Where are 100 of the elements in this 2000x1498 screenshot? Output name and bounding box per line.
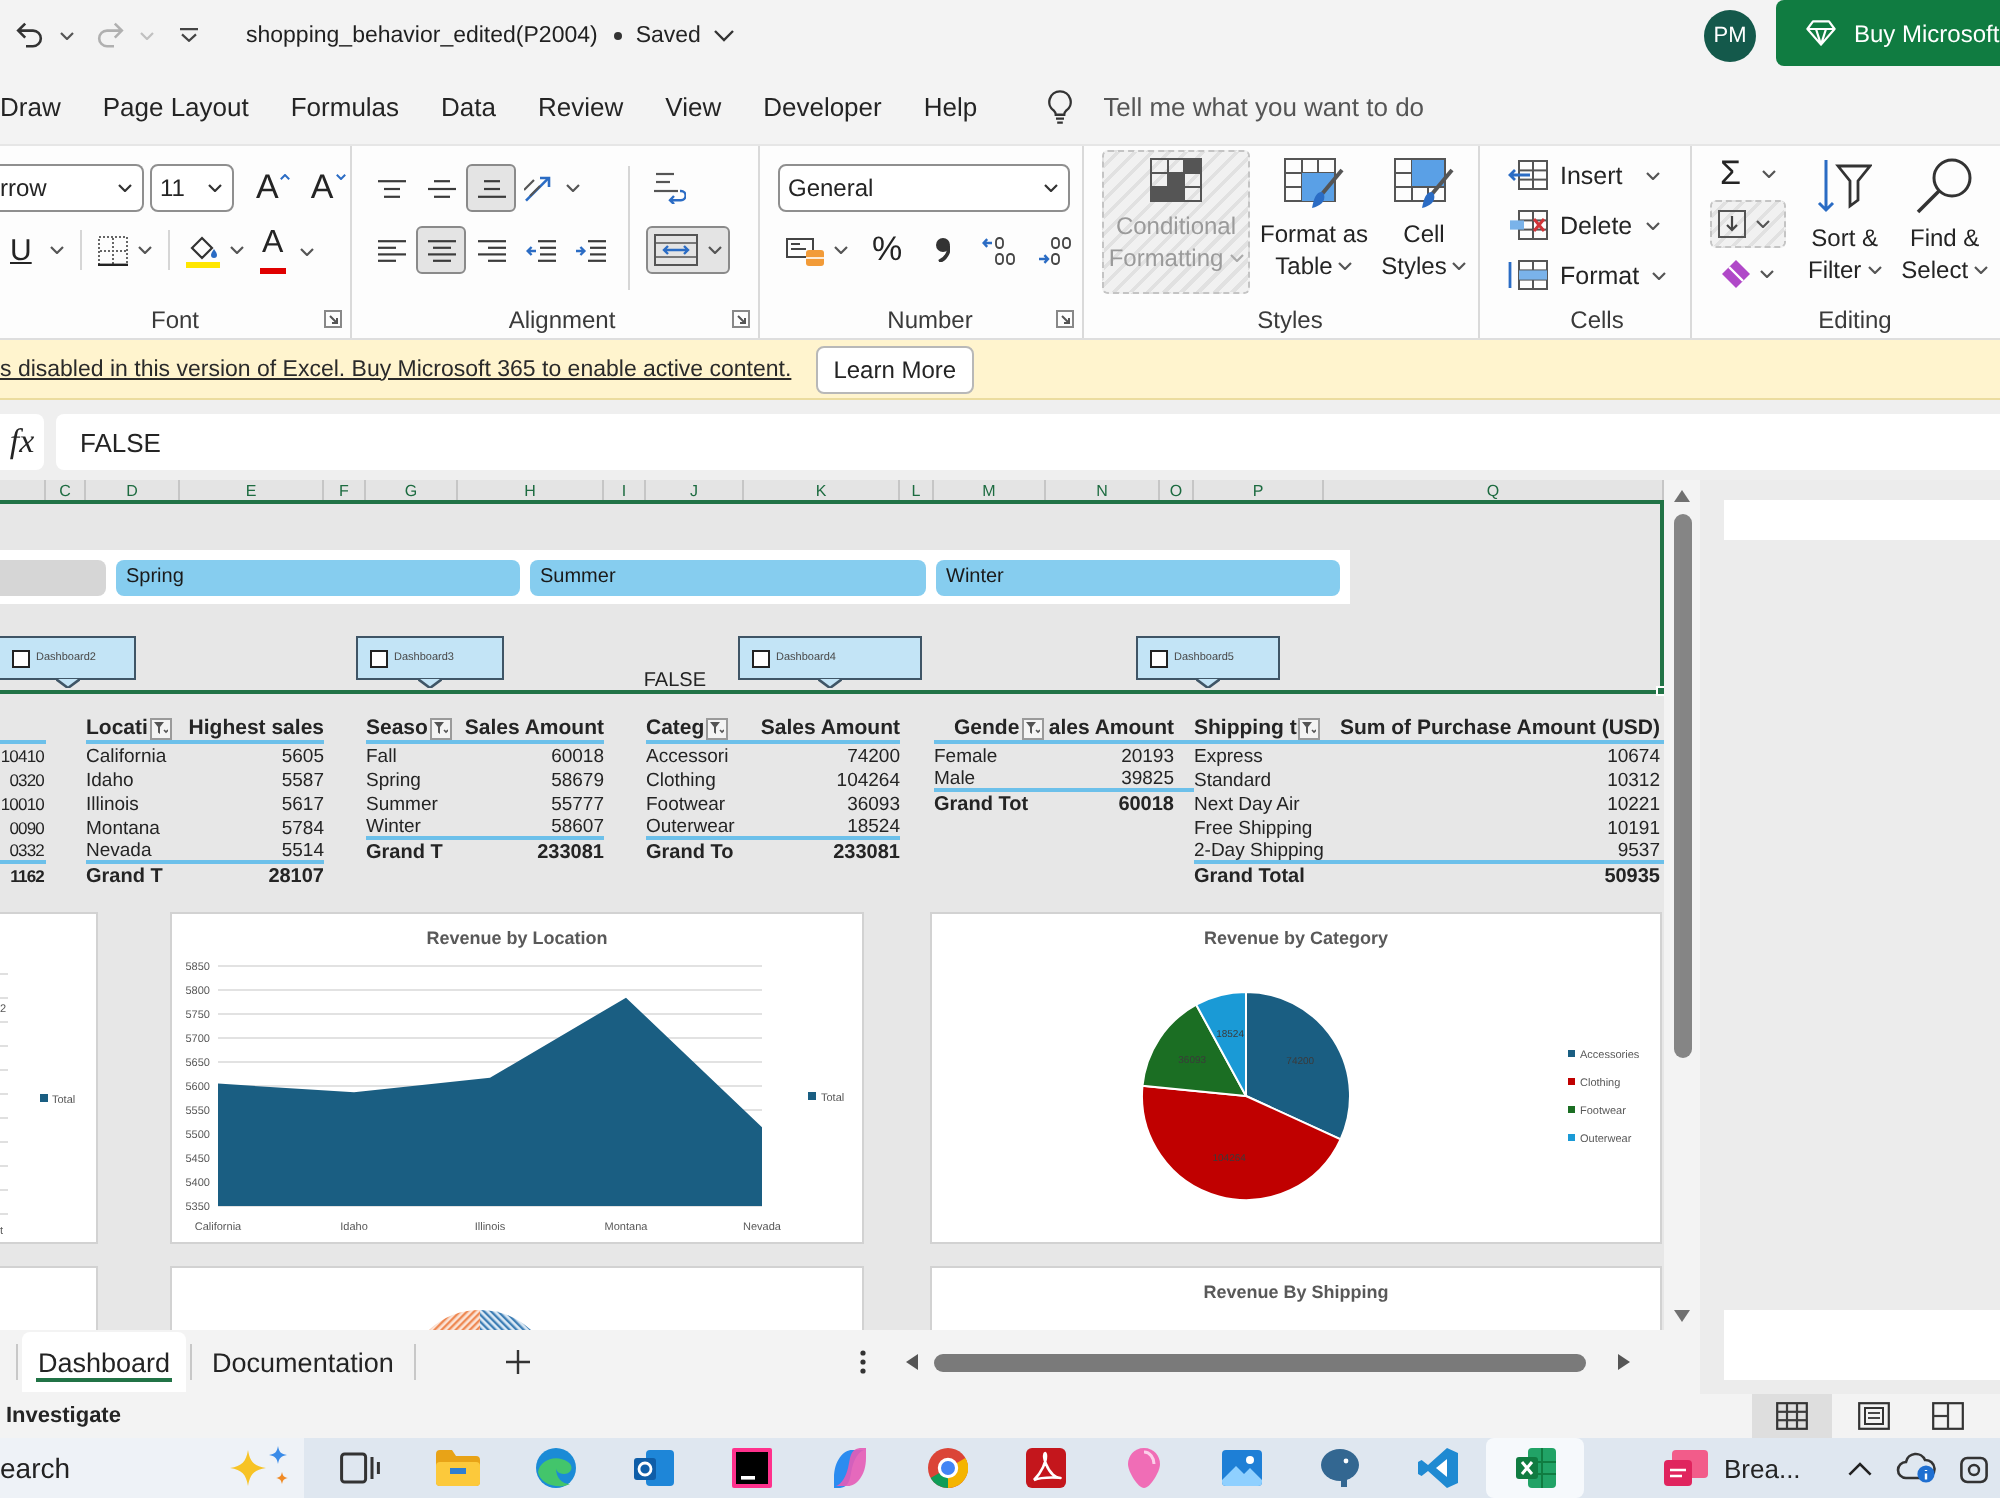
format-button[interactable]: Format [1504, 250, 1670, 300]
merge-center-button[interactable] [646, 226, 730, 274]
format-as-table-button[interactable]: Format as Table [1258, 150, 1370, 294]
number-format-field[interactable]: General [778, 164, 1070, 212]
font-color-button[interactable]: A [251, 226, 322, 274]
slicer-item[interactable]: Winter [936, 559, 1340, 595]
buy-button[interactable]: Buy Microsoft [1776, 0, 2000, 66]
column-letter[interactable]: O [1160, 480, 1194, 500]
filter-button[interactable] [149, 717, 172, 739]
ribbon-tab[interactable]: Data [441, 79, 497, 135]
find-select-button[interactable]: Find & Select [1895, 150, 1995, 294]
percent-style-button[interactable]: % [862, 226, 913, 274]
delete-button[interactable]: Delete [1504, 200, 1664, 250]
grow-font-button[interactable]: A [246, 164, 301, 212]
column-letter[interactable]: I [604, 480, 646, 500]
pivot-header: Highest sales [188, 716, 324, 740]
checkbox[interactable] [370, 649, 388, 667]
status-text[interactable]: Investigate [6, 1404, 121, 1428]
table-cell-text: Footwear [646, 793, 728, 815]
autosum-button[interactable]: Σ [1710, 150, 1786, 198]
ribbon-tab[interactable]: Developer [763, 79, 882, 135]
underline-button[interactable]: U [0, 226, 72, 274]
pivot-header: Sum of Purchase Amount (USD) [1339, 716, 1660, 740]
chevron-up-icon[interactable] [1848, 1461, 1872, 1475]
column-letter[interactable]: N [1046, 480, 1160, 500]
spreadsheet-icon [1515, 1448, 1555, 1488]
filter-icon [153, 722, 168, 734]
insert-function-button[interactable]: fx [0, 414, 44, 470]
arrow-down-icon[interactable] [1674, 1310, 1690, 1322]
font-size-field[interactable]: 11 [150, 164, 234, 212]
filter-button[interactable] [1298, 717, 1321, 739]
ribbon-tab[interactable]: Formulas [290, 79, 400, 135]
insert-button[interactable]: Insert [1504, 150, 1664, 200]
filter-button[interactable] [429, 717, 452, 739]
dialog-launcher-icon[interactable] [1056, 310, 1074, 328]
sheet-tab[interactable]: Dashboard [22, 1332, 187, 1392]
checkbox[interactable] [752, 649, 770, 667]
column-letter[interactable]: D [86, 480, 180, 500]
total-cell-text: Grand T [86, 865, 165, 887]
tell-me-field[interactable]: Tell me what you want to do [1103, 87, 1504, 127]
add-sheet-icon[interactable] [505, 1350, 530, 1374]
column-letter[interactable]: L [900, 480, 934, 500]
cell-styles-button[interactable]: Cell Styles [1378, 150, 1470, 294]
table-cell-text: Montana [86, 817, 162, 839]
fill-handle[interactable] [1656, 686, 1664, 696]
caret-icon [1761, 170, 1776, 178]
column-letter[interactable]: C [46, 480, 86, 500]
dialog-launcher-icon[interactable] [324, 310, 342, 328]
ribbon-tab[interactable]: View [665, 79, 722, 135]
more-options-icon[interactable] [859, 1350, 866, 1374]
ribbon-tab[interactable]: Draw [0, 79, 61, 135]
filter-button[interactable] [1021, 717, 1044, 739]
arrow-left-icon[interactable] [905, 1354, 918, 1370]
caret-icon [140, 31, 154, 39]
column-letter[interactable]: J [646, 480, 744, 500]
learn-more-button[interactable]: Learn More [815, 345, 975, 393]
chart-title: Revenue by Location [426, 926, 608, 952]
scroll-thumb[interactable] [933, 1353, 1586, 1371]
column-letter[interactable]: P [1194, 480, 1324, 500]
camera-icon[interactable] [1960, 1452, 1988, 1484]
dot-icon [613, 31, 622, 39]
dialog-launcher-icon[interactable] [732, 310, 750, 328]
table-cell-text: California [86, 745, 169, 767]
table-cell: 20193 [1121, 745, 1174, 767]
message-link[interactable]: s disabled in this version of Excel. Buy Microsoft 365 to enable active content. [0, 357, 792, 381]
caret-icon [1651, 271, 1666, 279]
cloud-icon[interactable] [1896, 1452, 1936, 1484]
shrink-font-button[interactable]: A [300, 164, 356, 212]
scroll-thumb[interactable] [1673, 514, 1691, 1058]
arrow-up-icon[interactable] [1674, 490, 1690, 502]
table-cell: 10410 [0, 746, 46, 766]
save-status-button[interactable]: Saved [635, 11, 735, 59]
ribbon-tab[interactable]: Help [923, 79, 978, 135]
ribbon-tab[interactable]: Review [538, 79, 624, 135]
checkbox[interactable] [1150, 649, 1168, 667]
ribbon-tab[interactable]: Page Layout [102, 79, 249, 135]
normal-view-button[interactable] [1752, 1394, 1832, 1438]
arrow-right-icon[interactable] [1617, 1354, 1630, 1370]
align-center-button[interactable] [416, 226, 466, 274]
slicer-item[interactable]: Spring [116, 559, 520, 595]
column-letter[interactable]: G [366, 480, 458, 500]
sheet-tab[interactable]: Documentation [196, 1332, 410, 1392]
filter-button[interactable] [706, 717, 729, 739]
checkbox[interactable] [12, 649, 30, 667]
column-letter[interactable]: E [180, 480, 324, 500]
news-widget-button[interactable]: Brea... [1664, 1450, 1801, 1486]
formula-field[interactable]: FALSE [56, 414, 2000, 470]
caret-icon [1452, 262, 1467, 270]
search-field[interactable]: earch [0, 1438, 304, 1498]
column-letter[interactable]: K [744, 480, 900, 500]
user-avatar[interactable]: PM [1704, 9, 1756, 61]
petal-logo-icon [829, 1448, 869, 1488]
align-bottom-button[interactable] [466, 164, 516, 212]
sort-filter-button[interactable]: Sort & Filter [1802, 150, 1888, 294]
column-letter[interactable]: H [458, 480, 604, 500]
column-letter[interactable]: F [324, 480, 366, 500]
font-name-field[interactable]: rrow [0, 164, 144, 212]
slicer-item[interactable]: Summer [530, 559, 926, 595]
merge-center-icon [654, 234, 698, 266]
column-letter[interactable]: M [934, 480, 1046, 500]
